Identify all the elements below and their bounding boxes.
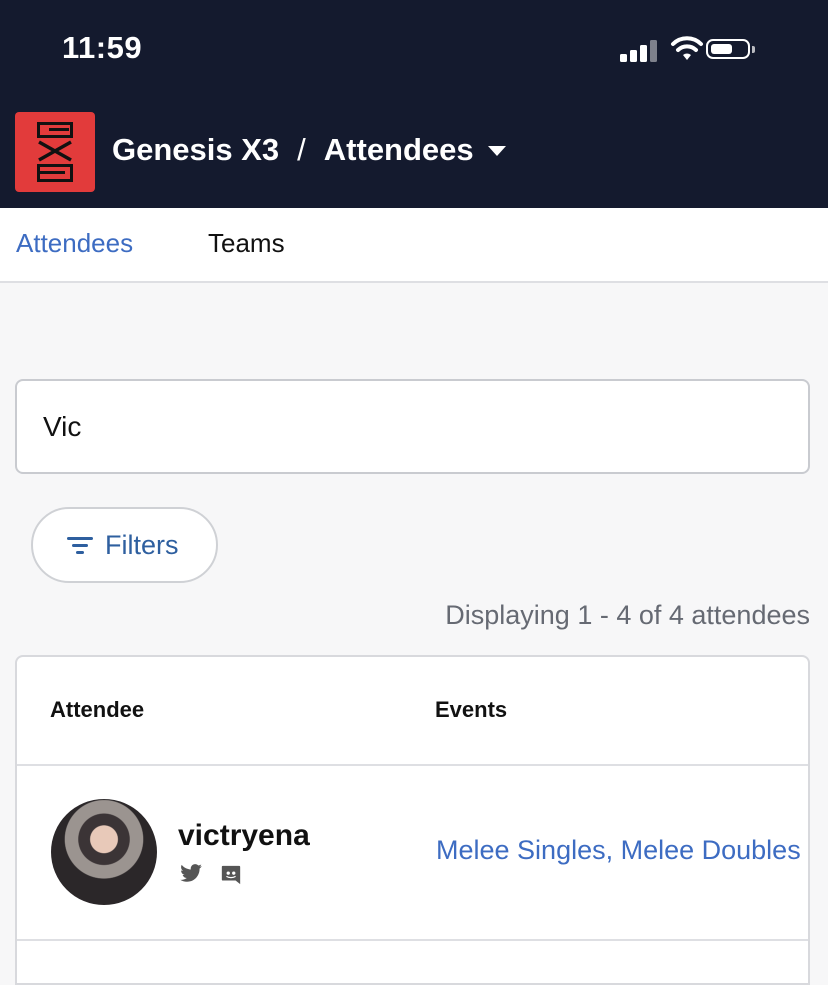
breadcrumb-separator: / — [297, 132, 306, 167]
breadcrumb-event[interactable]: Genesis X3 — [112, 132, 279, 168]
discord-icon[interactable] — [220, 864, 242, 886]
attendee-events[interactable]: Melee Singles, Melee Doubles — [436, 835, 801, 866]
genesis-x3-logo[interactable] — [15, 112, 95, 192]
filters-label: Filters — [105, 529, 179, 560]
attendee-name[interactable]: victryena — [178, 819, 310, 853]
signal-icon — [620, 40, 660, 62]
column-header-events: Events — [435, 697, 508, 722]
column-header-attendee: Attendee — [50, 697, 145, 722]
breadcrumb-section[interactable]: Attendees — [324, 132, 474, 168]
filter-icon — [67, 535, 93, 555]
filters-button[interactable]: Filters — [31, 507, 218, 583]
search-input[interactable] — [43, 403, 783, 451]
tab-attendees[interactable]: Attendees — [16, 228, 133, 259]
table-row[interactable]: victryena Melee Singles, Melee Doubles — [17, 766, 808, 941]
table-header: Attendee Events — [17, 657, 808, 766]
app-header: Genesis X3 / Attendees — [0, 98, 828, 208]
twitter-icon[interactable] — [180, 864, 202, 882]
status-bar: 11:59 — [0, 0, 828, 98]
chevron-down-icon[interactable] — [487, 146, 506, 156]
status-time: 11:59 — [62, 30, 143, 65]
breadcrumb: Genesis X3 / Attendees — [112, 132, 506, 168]
logo-mark-icon — [37, 122, 73, 182]
avatar[interactable] — [51, 799, 157, 905]
social-links — [180, 864, 242, 886]
wifi-icon — [671, 36, 703, 60]
results-summary: Displaying 1 - 4 of 4 attendees — [445, 600, 810, 630]
tab-bar: Attendees Teams — [0, 208, 828, 283]
tab-teams[interactable]: Teams — [208, 228, 285, 259]
attendees-table: Attendee Events victryena Melee Singles,… — [15, 655, 810, 985]
search-box — [15, 379, 810, 474]
battery-icon — [706, 39, 755, 59]
